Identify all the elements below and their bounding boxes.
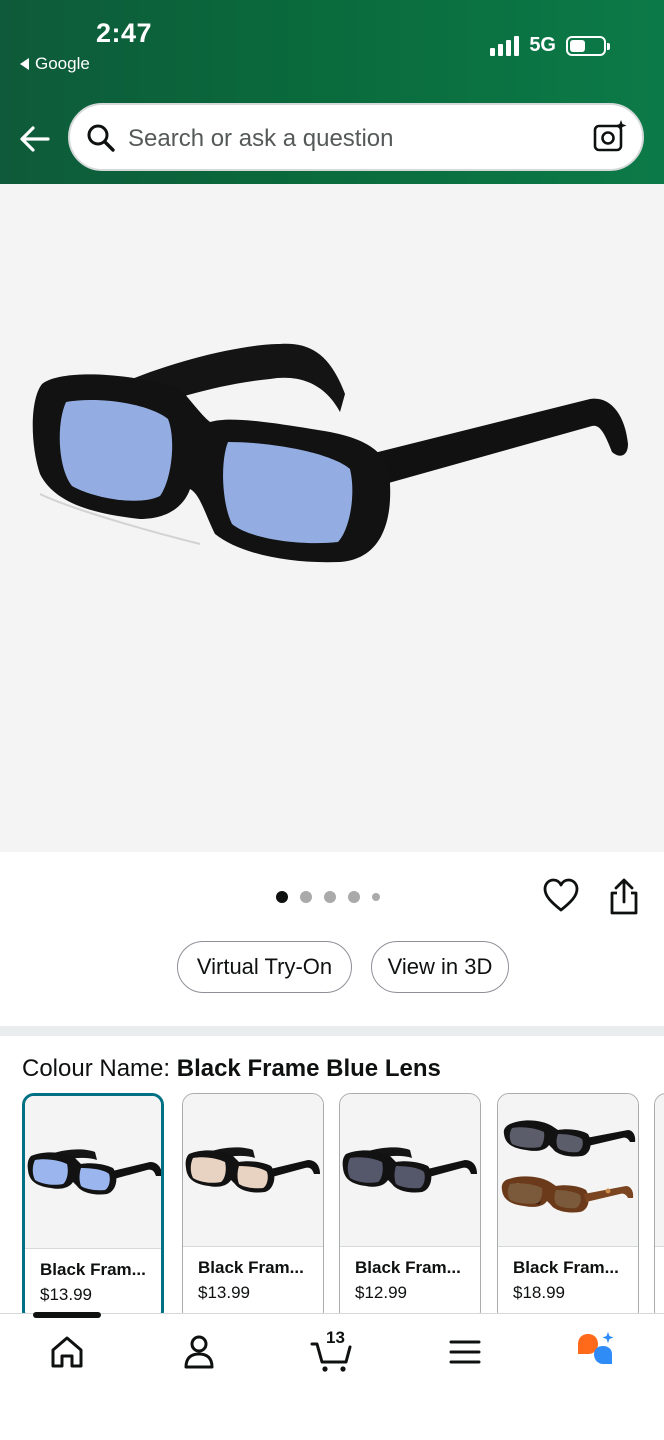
variant-lens <box>347 1157 383 1183</box>
home-icon[interactable] <box>45 1330 89 1374</box>
battery-icon <box>566 35 610 56</box>
variant-thumbnail <box>498 1094 638 1247</box>
section-divider <box>0 1026 664 1036</box>
variant-card-partial[interactable] <box>654 1093 664 1323</box>
wishlist-heart-icon[interactable] <box>543 878 579 914</box>
variant-card[interactable]: Black Fram... $12.99 <box>339 1093 481 1323</box>
carousel-dot[interactable] <box>348 891 360 903</box>
colour-name-value: Black Frame Blue Lens <box>176 1055 441 1082</box>
carousel-dot[interactable] <box>300 891 312 903</box>
variant-price: $12.99 <box>355 1283 407 1302</box>
virtual-try-on-button[interactable]: Virtual Try-On <box>177 941 352 993</box>
back-triangle-icon <box>20 58 29 70</box>
variant-thumbnail <box>340 1094 480 1247</box>
variant-sunglasses-pair-image <box>501 1120 636 1213</box>
variant-price: $13.99 <box>40 1285 92 1304</box>
menu-icon[interactable] <box>443 1330 487 1374</box>
variant-sunglasses-image <box>27 1149 161 1195</box>
search-placeholder: Search or ask a question <box>128 125 394 152</box>
status-time: 2:47 <box>96 18 153 48</box>
variant-sunglasses-image <box>342 1147 477 1193</box>
colour-name-line: Colour Name: Black Frame Blue Lens <box>22 1055 441 1083</box>
variant-card[interactable]: Black Fram... $13.99 <box>22 1093 164 1323</box>
back-to-app-link[interactable]: Google <box>20 54 90 74</box>
carousel-dot[interactable] <box>276 891 288 903</box>
variant-price: $13.99 <box>198 1283 250 1302</box>
product-image[interactable] <box>0 184 664 852</box>
signal-icon <box>490 35 520 56</box>
view-in-3d-button[interactable]: View in 3D <box>371 941 509 993</box>
back-app-label: Google <box>35 54 90 73</box>
search-icon <box>87 124 115 152</box>
account-icon[interactable] <box>177 1330 221 1374</box>
variant-lens <box>190 1157 226 1183</box>
sunglasses-image <box>32 343 628 563</box>
image-carousel-dots[interactable] <box>276 891 380 903</box>
camera-search-icon[interactable] <box>592 119 628 155</box>
cart-count-badge: 13 <box>326 1328 345 1347</box>
colour-name-label: Colour Name: <box>22 1055 171 1082</box>
variant-thumbnail <box>655 1094 664 1247</box>
variant-thumbnail <box>25 1096 161 1249</box>
network-label: 5G <box>529 34 556 56</box>
variant-thumbnail <box>183 1094 323 1247</box>
variant-name: Black Fram... <box>513 1258 619 1277</box>
back-arrow-icon[interactable] <box>18 122 52 156</box>
status-indicators: 5G <box>490 34 610 57</box>
variant-name: Black Fram... <box>40 1260 146 1279</box>
share-icon[interactable] <box>607 878 641 916</box>
rufus-assistant-icon[interactable] <box>574 1330 618 1374</box>
variant-card[interactable]: Black Fram... $13.99 <box>182 1093 324 1323</box>
variant-name: Black Fram... <box>355 1258 461 1277</box>
variant-sunglasses-image <box>185 1147 320 1193</box>
app-header: 2:47 Google 5G Search or ask a question <box>0 0 664 184</box>
variant-card[interactable]: Black Fram... $18.99 <box>497 1093 639 1323</box>
search-input[interactable]: Search or ask a question <box>68 103 644 171</box>
variant-lens <box>32 1159 68 1185</box>
variant-lens <box>509 1127 545 1148</box>
carousel-dot[interactable] <box>372 893 380 901</box>
variant-price: $18.99 <box>513 1283 565 1302</box>
variant-name: Black Fram... <box>198 1258 304 1277</box>
nav-active-indicator <box>33 1312 101 1318</box>
carousel-dot[interactable] <box>324 891 336 903</box>
